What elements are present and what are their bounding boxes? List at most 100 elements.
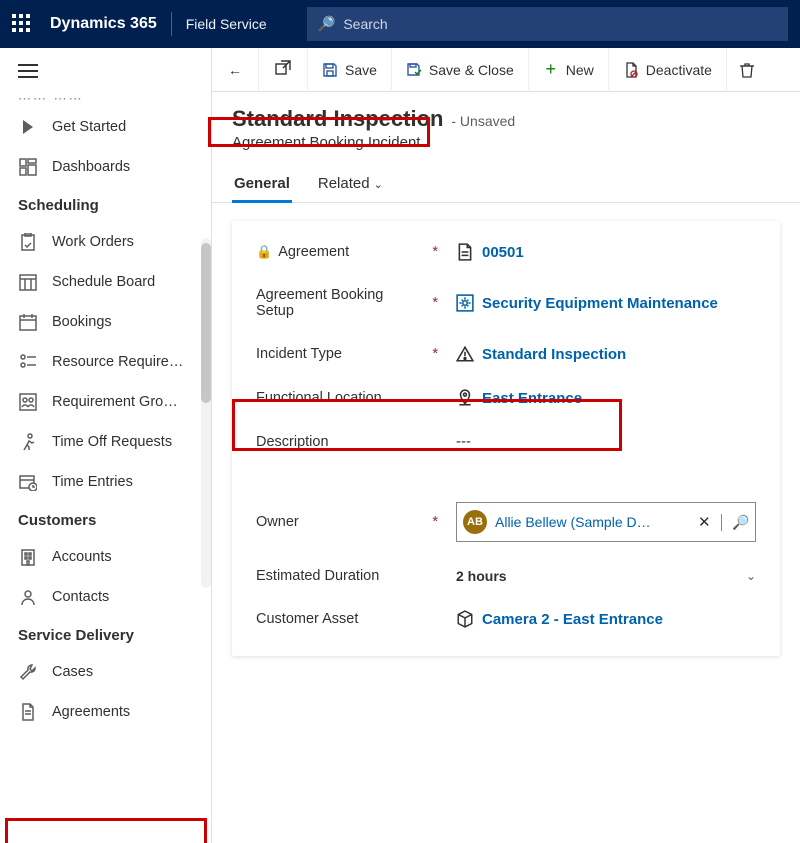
save-label: Save <box>345 62 377 78</box>
sidebar-item-label: Get Started <box>52 119 126 135</box>
save-icon <box>322 62 338 78</box>
owner-name: Allie Bellew (Sample D… <box>495 514 651 530</box>
tab-related[interactable]: Related⌄ <box>316 169 385 202</box>
main-area: ← Save Save & Close + New <box>212 48 800 843</box>
sidebar-toggle[interactable] <box>0 54 211 87</box>
clipboard-icon <box>18 232 38 252</box>
tab-general[interactable]: General <box>232 169 292 202</box>
field-label: Description <box>256 434 329 450</box>
field-label: Functional Location <box>256 390 382 406</box>
field-value-booking-setup[interactable]: Security Equipment Maintenance <box>456 294 756 312</box>
field-label: Customer Asset <box>256 611 358 627</box>
field-value-duration[interactable]: 2 hours ⌄ <box>456 568 756 584</box>
sidebar-item-label: Dashboards <box>52 159 130 175</box>
building-icon <box>18 547 38 567</box>
field-agreement: 🔒 Agreement * 00501 <box>256 243 756 261</box>
link-value: 00501 <box>482 244 524 261</box>
sidebar-item-time-entries[interactable]: Time Entries <box>0 462 211 502</box>
link-value: Security Equipment Maintenance <box>482 295 718 312</box>
field-functional-location: Functional Location East Entrance <box>256 389 756 407</box>
record-header: Standard Inspection - Unsaved Agreement … <box>212 92 800 151</box>
person-icon <box>18 587 38 607</box>
link-value: East Entrance <box>482 390 582 407</box>
field-value-description[interactable]: --- <box>456 433 756 450</box>
field-value-functional-location[interactable]: East Entrance <box>456 389 756 407</box>
save-close-button[interactable]: Save & Close <box>392 48 529 92</box>
field-booking-setup: Agreement Booking Setup * Security Equip… <box>256 287 756 319</box>
owner-chip: AB Allie Bellew (Sample D… <box>463 510 688 534</box>
deactivate-icon <box>623 62 639 78</box>
sidebar-item-label: Time Off Requests <box>52 434 172 450</box>
sidebar-item-agreements[interactable]: Agreements <box>0 692 211 732</box>
lookup-search-button[interactable]: 🔍 <box>721 514 749 531</box>
field-description: Description --- <box>256 433 756 450</box>
sidebar-item-schedule-board[interactable]: Schedule Board <box>0 262 211 302</box>
sidebar-item-requirement-groups[interactable]: Requirement Gro… <box>0 382 211 422</box>
field-value-incident-type[interactable]: Standard Inspection <box>456 345 756 363</box>
new-button[interactable]: + New <box>529 48 609 92</box>
chevron-down-icon: ⌄ <box>746 569 756 583</box>
record-status: - Unsaved <box>451 113 515 129</box>
required-icon: * <box>432 244 438 260</box>
field-value-agreement[interactable]: 00501 <box>456 243 756 261</box>
save-close-label: Save & Close <box>429 62 514 78</box>
sidebar-item-time-off[interactable]: Time Off Requests <box>0 422 211 462</box>
sidebar-item-get-started[interactable]: Get Started <box>0 107 211 147</box>
sidebar-item-cases[interactable]: Cases <box>0 652 211 692</box>
field-label: Agreement Booking Setup <box>256 287 416 319</box>
sidebar-item-bookings[interactable]: Bookings <box>0 302 211 342</box>
top-bar: Dynamics 365 Field Service 🔍 <box>0 0 800 48</box>
save-button[interactable]: Save <box>308 48 392 92</box>
scrollbar-thumb[interactable] <box>201 243 211 403</box>
field-label: Incident Type <box>256 346 342 362</box>
module-title: Field Service <box>186 16 267 32</box>
people-list-icon <box>18 352 38 372</box>
document-icon <box>456 243 474 261</box>
record-title: Standard Inspection <box>232 106 443 132</box>
text-value: 2 hours <box>456 568 507 584</box>
app-launcher-icon[interactable] <box>12 14 32 34</box>
open-new-window-button[interactable] <box>259 48 308 92</box>
sidebar-item-accounts[interactable]: Accounts <box>0 537 211 577</box>
sidebar-item-contacts[interactable]: Contacts <box>0 577 211 617</box>
save-close-icon <box>406 62 422 78</box>
sidebar-item-work-orders[interactable]: Work Orders <box>0 222 211 262</box>
lock-icon: 🔒 <box>256 244 272 260</box>
sidebar-item-label: Time Entries <box>52 474 133 490</box>
search-icon: 🔍 <box>732 514 749 531</box>
new-label: New <box>566 62 594 78</box>
sidebar-item-label: Schedule Board <box>52 274 155 290</box>
divider <box>171 12 172 36</box>
delete-button[interactable] <box>727 48 774 92</box>
required-icon: * <box>432 346 438 362</box>
sidebar-item-resource-req[interactable]: Resource Require… <box>0 342 211 382</box>
field-label: Agreement <box>278 244 349 260</box>
search-input[interactable] <box>343 16 778 32</box>
field-estimated-duration: Estimated Duration 2 hours ⌄ <box>256 568 756 584</box>
warning-icon <box>456 345 474 363</box>
sidebar-item-label: Accounts <box>52 549 112 565</box>
sidebar-item-label: Contacts <box>52 589 109 605</box>
sidebar-item-label: Cases <box>52 664 93 680</box>
tabs: General Related⌄ <box>212 169 800 203</box>
sidebar-item-label: Agreements <box>52 704 130 720</box>
deactivate-button[interactable]: Deactivate <box>609 48 727 92</box>
calendar-grid-icon <box>18 272 38 292</box>
clear-owner-button[interactable]: ✕ <box>688 513 721 531</box>
field-customer-asset: Customer Asset Camera 2 - East Entrance <box>256 610 756 628</box>
required-icon: * <box>432 514 438 530</box>
sidebar-truncated-group: ⋯⋯ ⋯⋯ <box>0 87 211 107</box>
link-value: Camera 2 - East Entrance <box>482 611 663 628</box>
global-search[interactable]: 🔍 <box>307 7 788 41</box>
wrench-icon <box>18 662 38 682</box>
calendar-icon <box>18 312 38 332</box>
tab-label: Related <box>318 175 370 192</box>
sidebar: ⋯⋯ ⋯⋯ Get Started Dashboards Scheduling … <box>0 48 212 843</box>
avatar: AB <box>463 510 487 534</box>
gear-box-icon <box>456 294 474 312</box>
sidebar-item-label: Work Orders <box>52 234 134 250</box>
field-value-customer-asset[interactable]: Camera 2 - East Entrance <box>456 610 756 628</box>
owner-lookup[interactable]: AB Allie Bellew (Sample D… ✕ 🔍 <box>456 502 756 542</box>
back-button[interactable]: ← <box>212 48 259 92</box>
sidebar-item-dashboards[interactable]: Dashboards <box>0 147 211 187</box>
